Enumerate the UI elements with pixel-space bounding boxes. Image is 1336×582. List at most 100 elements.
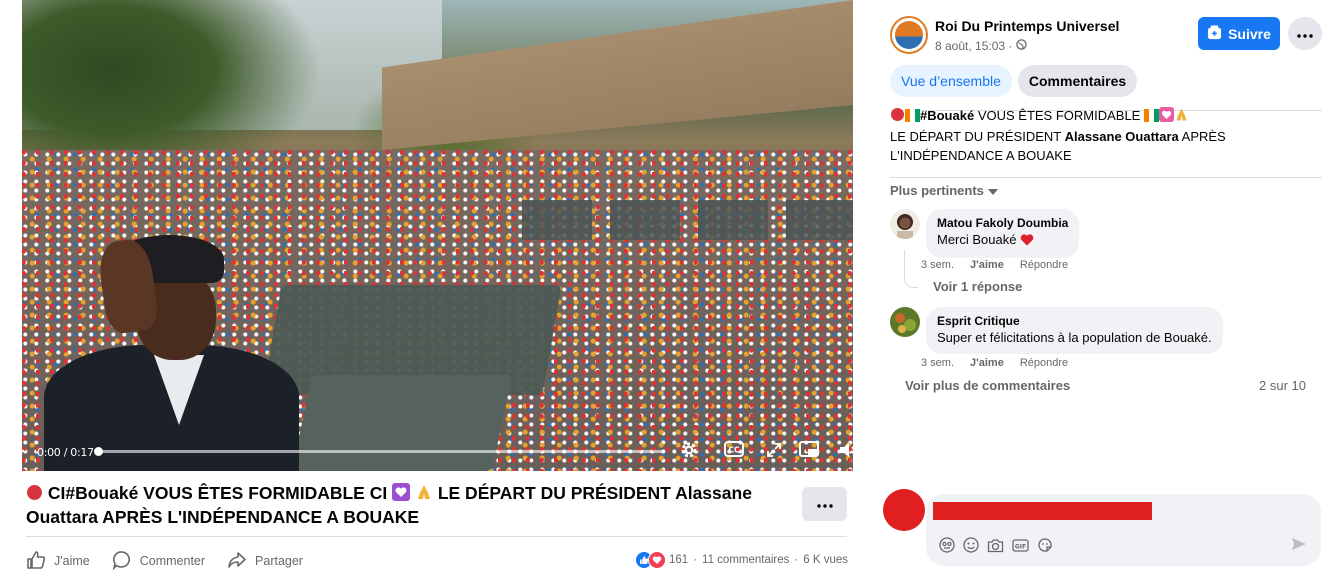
play-button[interactable] (8, 441, 30, 463)
ivory-coast-flag-icon (905, 108, 920, 127)
reactions-count[interactable]: 161 (669, 554, 688, 566)
caption-line2-a: LE DÉPART DU PRÉSIDENT (890, 129, 1065, 144)
camera-icon[interactable] (987, 538, 1004, 553)
volume-button[interactable] (838, 440, 860, 462)
more-dots-icon (1297, 25, 1313, 43)
follow-button[interactable]: Suivre (1198, 17, 1280, 50)
caption-line2-b: APRÈS (1178, 129, 1226, 144)
post-title-part1: CI#Bouaké VOUS ÊTES FORMIDABLE CI (43, 483, 388, 503)
page-name[interactable]: Roi Du Printemps Universel (935, 18, 1119, 34)
composer-tools: GIF (939, 537, 1061, 553)
comment-reply-button[interactable]: Répondre (1020, 357, 1068, 369)
tab-comments[interactable]: Commentaires (1017, 65, 1138, 97)
fullscreen-button[interactable] (764, 441, 784, 461)
captions-button[interactable]: CC (724, 440, 744, 460)
heart-box-icon (1158, 107, 1174, 127)
video-time: 0:00 / 0:17 (37, 445, 94, 459)
gif-icon[interactable]: GIF (1012, 538, 1029, 553)
picture-in-picture-button[interactable] (798, 440, 820, 462)
globe-icon (1016, 39, 1028, 53)
divider (26, 536, 847, 537)
video-frame[interactable] (22, 0, 853, 471)
comments-count[interactable]: 11 commentaires (702, 554, 789, 566)
sort-label: Plus pertinents (890, 183, 984, 198)
more-dots-icon (816, 495, 833, 513)
speaker-muted-icon (839, 441, 859, 462)
red-heart-icon (1020, 233, 1034, 251)
comment-meta: 3 sem. J'aime Répondre (921, 357, 1068, 369)
heart-box-icon (392, 483, 411, 506)
send-icon[interactable] (1291, 537, 1307, 556)
caption-line-1: #Bouaké VOUS ÊTES FORMIDABLE (890, 106, 1310, 127)
comments-count-indicator: 2 sur 10 (1259, 378, 1306, 393)
avatar-sticker-icon[interactable] (939, 537, 955, 553)
caption-line1-text: VOUS ÊTES FORMIDABLE (974, 108, 1144, 123)
stats-separator: · (794, 554, 799, 566)
caption-name: Alassane Ouattara (1064, 129, 1179, 144)
reaction-icons[interactable] (635, 551, 667, 569)
like-button[interactable]: J'aime (26, 550, 90, 573)
comment-author[interactable]: Matou Fakoly Doumbia (937, 215, 1068, 231)
video-building (382, 0, 853, 150)
cc-icon: CC (724, 440, 744, 460)
share-button[interactable]: Partager (227, 550, 303, 573)
sticker-icon[interactable] (1037, 537, 1053, 553)
expand-icon (766, 442, 782, 461)
views-count: 6 K vues (803, 554, 848, 566)
share-label: Partager (255, 554, 303, 568)
post-actions: J'aime Commenter Partager (26, 548, 325, 574)
love-reaction-icon (648, 551, 667, 569)
comment-time[interactable]: 3 sem. (921, 259, 954, 271)
comment-author[interactable]: Esprit Critique (937, 313, 1212, 329)
thread-connector (904, 250, 918, 288)
user-avatar[interactable] (883, 489, 925, 531)
comment-sort-dropdown[interactable]: Plus pertinents (890, 183, 998, 198)
praying-hands-icon (415, 483, 433, 506)
video-progress-knob[interactable] (94, 447, 103, 456)
emoji-icon[interactable] (963, 537, 979, 553)
comment-time[interactable]: 3 sem. (921, 357, 954, 369)
gear-icon (679, 440, 699, 463)
comment-bubble: Esprit Critique Super et félicitations à… (926, 307, 1223, 354)
comment-button[interactable]: Commenter (112, 550, 205, 573)
comment-reply-button[interactable]: Répondre (1020, 259, 1068, 271)
comment-like-button[interactable]: J'aime (970, 259, 1004, 271)
stats-separator: · (693, 554, 698, 566)
view-more-comments-link[interactable]: Voir plus de commentaires (905, 378, 1070, 393)
red-circle-icon (26, 484, 43, 506)
post-title-wrap: CI#Bouaké VOUS ÊTES FORMIDABLE CI LE DÉP… (26, 482, 786, 528)
caption-line-2: LE DÉPART DU PRÉSIDENT Alassane Ouattara… (890, 127, 1310, 146)
caption-hashtag[interactable]: #Bouaké (920, 108, 974, 123)
comment-text: Merci Bouaké (937, 231, 1068, 251)
post-title: CI#Bouaké VOUS ÊTES FORMIDABLE CI LE DÉP… (26, 482, 786, 528)
redacted-placeholder (933, 502, 1152, 520)
ivory-coast-flag-icon (1143, 108, 1159, 127)
post-date[interactable]: 8 août, 15:03 · (935, 39, 1028, 53)
video-player[interactable]: 0:00 / 0:17 CC (0, 0, 874, 471)
comment-text: Super et félicitations à la population d… (937, 330, 1212, 345)
post-more-button[interactable] (802, 487, 847, 521)
svg-text:GIF: GIF (1015, 543, 1026, 550)
divider (890, 177, 1322, 178)
sidebar-more-button[interactable] (1288, 17, 1322, 50)
view-replies-link[interactable]: Voir 1 réponse (933, 279, 1022, 294)
comment-like-button[interactable]: J'aime (970, 357, 1004, 369)
post-viewer: 0:00 / 0:17 CC CI#Bouaké VOUS ÊTES FORMI… (0, 0, 874, 582)
comment-bubble-icon (112, 550, 140, 573)
comment-text-body: Merci Bouaké (937, 232, 1017, 247)
settings-button[interactable] (678, 440, 700, 462)
video-progress-bar[interactable] (94, 447, 663, 456)
thumbs-up-icon (26, 550, 54, 573)
caret-down-icon (984, 183, 998, 198)
like-label: J'aime (54, 554, 90, 568)
comment-meta: 3 sem. J'aime Répondre (921, 259, 1068, 271)
page-avatar[interactable] (890, 16, 928, 54)
comment-input[interactable]: GIF (926, 494, 1321, 566)
praying-hands-icon (1174, 107, 1189, 127)
comment-avatar[interactable] (890, 307, 920, 337)
comment-avatar[interactable] (890, 209, 920, 239)
follow-icon (1207, 24, 1228, 43)
tab-overview[interactable]: Vue d’ensemble (890, 65, 1012, 97)
follow-label: Suivre (1228, 25, 1271, 42)
post-date-text: 8 août, 15:03 · (935, 39, 1013, 53)
